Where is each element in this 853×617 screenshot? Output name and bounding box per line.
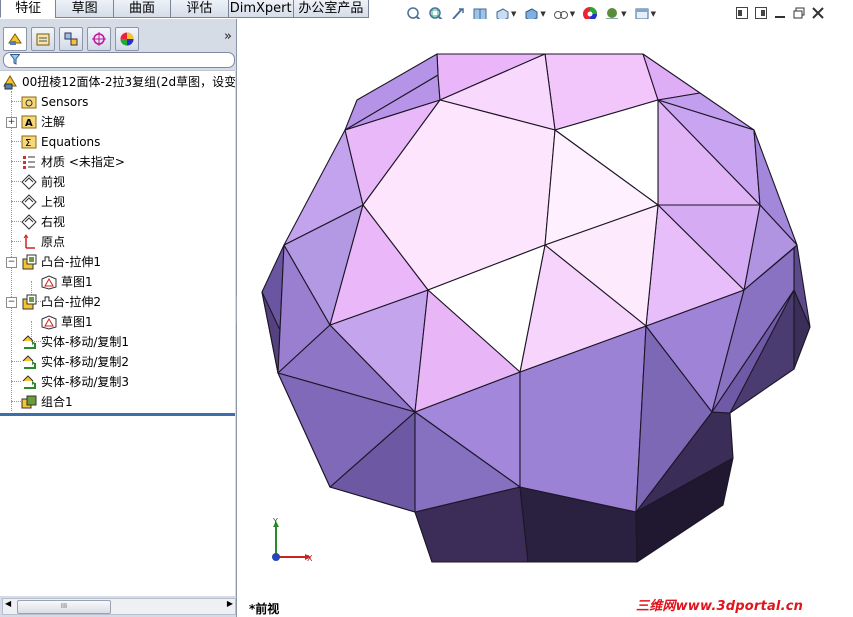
origin-icon (21, 234, 37, 250)
scroll-left-icon[interactable]: ◀ (5, 599, 11, 608)
tree-item-material[interactable]: 材质 <未指定> (21, 152, 125, 172)
tree-item-right-plane[interactable]: 右视 (21, 212, 65, 232)
part-icon (2, 74, 18, 90)
tree-item-combine1[interactable]: 组合1 (21, 392, 73, 412)
tab-dimxpert[interactable]: DimXpert (227, 0, 294, 18)
tree-item-front-plane[interactable]: 前视 (21, 172, 65, 192)
dimxpert-tab[interactable] (87, 27, 111, 51)
reference-triad: Y X (265, 515, 315, 565)
propertymanager-tab[interactable] (31, 27, 55, 51)
command-manager-tabs: 特征 草图 曲面 评估 DimXpert 办公室产品 (0, 0, 370, 19)
display-manager-tab[interactable] (115, 27, 139, 51)
filter-icon (10, 54, 20, 65)
view-orientation-label: *前视 (249, 602, 280, 616)
feature-tree: + − − 00扭棱12面体-2拉3复组(2d草图，设变 Sensors A 注… (0, 70, 235, 414)
tree-item-move-copy1[interactable]: 实体-移动/复制1 (21, 332, 129, 352)
boss-extrude-icon (21, 254, 37, 270)
pane-lower-area (0, 416, 235, 596)
tree-item-sketch1[interactable]: 草图1 (41, 272, 93, 292)
tree-item-sketch1-b[interactable]: 草图1 (41, 312, 93, 332)
tree-item-top-plane[interactable]: 上视 (21, 192, 65, 212)
tab-sketch[interactable]: 草图 (55, 0, 114, 18)
move-copy-body-icon (21, 374, 37, 390)
sensors-folder-icon (21, 94, 37, 110)
tab-surfaces[interactable]: 曲面 (112, 0, 172, 18)
expand-toggle[interactable]: − (6, 257, 17, 268)
configurationmanager-tab[interactable] (59, 27, 83, 51)
move-copy-body-icon (21, 354, 37, 370)
tree-item-move-copy2[interactable]: 实体-移动/复制2 (21, 352, 129, 372)
triad-y-label: Y (272, 517, 278, 526)
featuremanager-tab[interactable] (3, 27, 27, 51)
boss-extrude-icon (21, 294, 37, 310)
plane-icon (21, 194, 37, 210)
plane-icon (21, 174, 37, 190)
equations-icon: Σ (21, 134, 37, 150)
horizontal-scrollbar[interactable]: ◀ III ▶ (2, 598, 236, 615)
tree-item-move-copy3[interactable]: 实体-移动/复制3 (21, 372, 129, 392)
graphics-area[interactable] (237, 19, 853, 617)
tree-item-boss-extrude2[interactable]: 凸台-拉伸2 (21, 292, 101, 312)
feature-manager-pane: » + − − 00扭棱12面体-2拉3复组(2d草图，设变 Sensors A… (0, 19, 237, 617)
tree-item-boss-extrude1[interactable]: 凸台-拉伸1 (21, 252, 101, 272)
move-copy-body-icon (21, 334, 37, 350)
site-watermark: 三维网www.3dportal.cn (636, 599, 804, 614)
tab-evaluate[interactable]: 评估 (170, 0, 229, 18)
annotations-icon: A (21, 114, 37, 130)
svg-text:Σ: Σ (25, 138, 31, 149)
scroll-right-icon[interactable]: ▶ (227, 599, 233, 608)
tree-item-sensors[interactable]: Sensors (21, 92, 88, 112)
sketch-icon (41, 314, 57, 330)
triad-x-label: X (307, 554, 313, 563)
snub-dodecahedron-model[interactable] (237, 19, 853, 617)
tree-item-annotations[interactable]: A 注解 (21, 112, 65, 132)
tab-office-products[interactable]: 办公室产品 (292, 0, 370, 18)
combine-icon (21, 394, 37, 410)
tree-root-part[interactable]: 00扭棱12面体-2拉3复组(2d草图，设变 (2, 72, 235, 92)
tree-filter-input[interactable] (3, 52, 235, 68)
expand-toggle[interactable]: − (6, 297, 17, 308)
tree-item-origin[interactable]: 原点 (21, 232, 65, 252)
scrollbar-thumb[interactable]: III (17, 600, 111, 614)
expand-pane-button[interactable]: » (224, 29, 232, 44)
sketch-icon (41, 274, 57, 290)
pane-tabs: » (0, 25, 236, 51)
tree-item-equations[interactable]: Σ Equations (21, 132, 100, 152)
material-icon (21, 154, 37, 170)
plane-icon (21, 214, 37, 230)
svg-text:A: A (25, 118, 33, 129)
tab-features[interactable]: 特征 (0, 0, 57, 18)
expand-toggle[interactable]: + (6, 117, 17, 128)
